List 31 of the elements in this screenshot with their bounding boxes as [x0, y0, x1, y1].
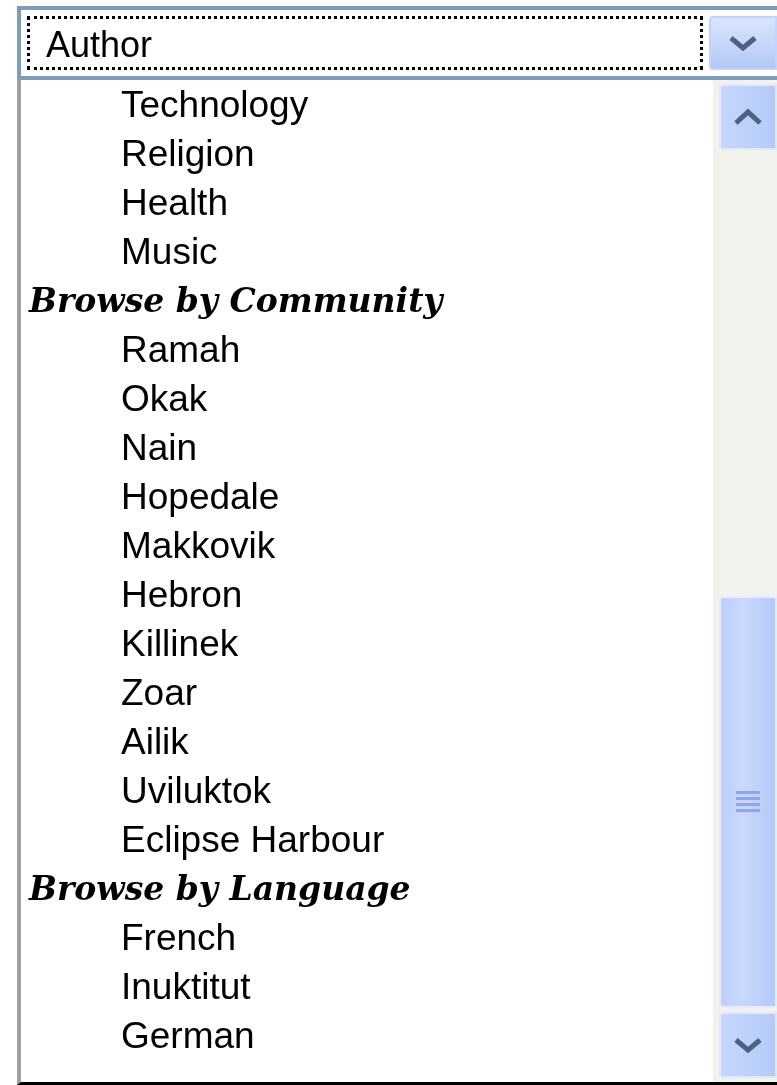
chevron-down-icon: [728, 34, 758, 52]
scroll-down-button[interactable]: [719, 1012, 777, 1078]
list-option[interactable]: Makkovik: [21, 521, 713, 570]
group-heading: Browse by Community: [27, 280, 446, 322]
scrollbar[interactable]: [713, 80, 777, 1082]
list-option[interactable]: Inuktitut: [21, 962, 713, 1011]
list-option[interactable]: Ramah: [21, 325, 713, 374]
list-option[interactable]: Music: [21, 227, 713, 276]
list-option[interactable]: Ailik: [21, 717, 713, 766]
list-option[interactable]: Killinek: [21, 619, 713, 668]
combo-box[interactable]: Author: [17, 6, 777, 80]
list-option[interactable]: Nain: [21, 423, 713, 472]
group-heading: Browse by Language: [27, 868, 412, 910]
list-option[interactable]: Okak: [21, 374, 713, 423]
list-option[interactable]: Health: [21, 178, 713, 227]
list-option[interactable]: German: [21, 1011, 713, 1060]
dropdown-button[interactable]: [709, 16, 777, 70]
list-option[interactable]: French: [21, 913, 713, 962]
list-option[interactable]: Hopedale: [21, 472, 713, 521]
scroll-up-button[interactable]: [719, 84, 777, 150]
list-option[interactable]: Religion: [21, 129, 713, 178]
combo-value: Author: [27, 16, 703, 70]
grip-icon: [734, 791, 762, 813]
list-option[interactable]: Eclipse Harbour: [21, 815, 713, 864]
chevron-up-icon: [733, 108, 763, 126]
list-option[interactable]: Hebron: [21, 570, 713, 619]
scroll-thumb[interactable]: [719, 596, 777, 1008]
list-option[interactable]: Technology: [21, 80, 713, 129]
list-option[interactable]: Uviluktok: [21, 766, 713, 815]
list-option[interactable]: Zoar: [21, 668, 713, 717]
chevron-down-icon: [733, 1036, 763, 1054]
